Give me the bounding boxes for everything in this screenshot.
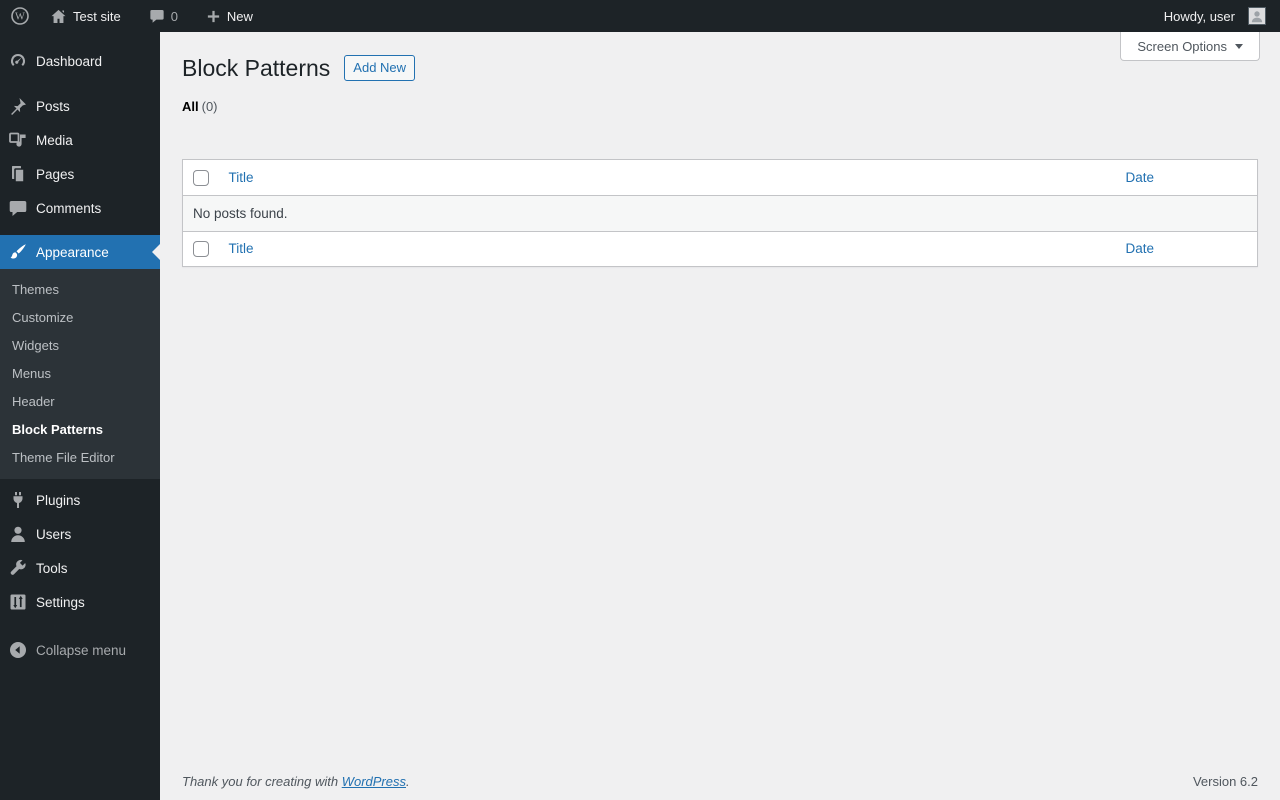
plus-icon xyxy=(206,9,221,24)
pages-icon xyxy=(8,164,28,184)
view-all-count: (0) xyxy=(201,99,218,114)
admin-bar-right: Howdy, user xyxy=(1154,0,1280,32)
sidebar-item-label: Users xyxy=(36,526,72,542)
sidebar-item-plugins[interactable]: Plugins xyxy=(0,483,160,517)
footer-thanks: Thank you for creating with WordPress. xyxy=(182,774,410,789)
submenu-item-customize[interactable]: Customize xyxy=(0,304,160,332)
chevron-down-icon xyxy=(1235,43,1243,49)
sidebar-item-label: Appearance xyxy=(36,244,109,260)
sidebar-item-posts[interactable]: Posts xyxy=(0,89,160,123)
sidebar-item-users[interactable]: Users xyxy=(0,517,160,551)
column-header-title: Title xyxy=(218,159,1116,196)
sidebar-item-comments[interactable]: Comments xyxy=(0,191,160,225)
new-content-menu[interactable]: New xyxy=(196,0,263,32)
sidebar-item-tools[interactable]: Tools xyxy=(0,551,160,585)
sidebar-item-label: Posts xyxy=(36,98,70,114)
footer-period: . xyxy=(406,774,410,789)
empty-message: No posts found. xyxy=(182,195,1258,232)
admin-footer: Thank you for creating with WordPress. V… xyxy=(182,774,1258,789)
sidebar-item-appearance[interactable]: Appearance xyxy=(0,235,160,269)
wordpress-logo-icon: W xyxy=(10,6,30,26)
appearance-submenu: Themes Customize Widgets Menus Header Bl… xyxy=(0,269,160,479)
main-content: Screen Options Block Patterns Add New Al… xyxy=(160,32,1280,800)
media-icon xyxy=(8,130,28,150)
admin-sidebar: Dashboard Posts Media Pages Comments App… xyxy=(0,32,160,800)
submenu-item-menus[interactable]: Menus xyxy=(0,360,160,388)
submenu-item-theme-file-editor[interactable]: Theme File Editor xyxy=(0,444,160,472)
sidebar-item-label: Plugins xyxy=(36,492,81,508)
page-title: Block Patterns xyxy=(182,55,331,81)
view-all-link[interactable]: All xyxy=(182,99,199,114)
sidebar-item-label: Tools xyxy=(36,560,68,576)
comments-icon xyxy=(8,198,28,218)
select-all-checkbox-top[interactable] xyxy=(193,169,209,186)
sidebar-item-label: Dashboard xyxy=(36,53,103,69)
sort-by-date-link-bottom[interactable]: Date xyxy=(1126,241,1155,256)
wordpress-logo-menu[interactable]: W xyxy=(0,0,40,32)
footer-thanks-text: Thank you for creating with xyxy=(182,774,342,789)
sidebar-item-label: Comments xyxy=(36,200,102,216)
site-name-link[interactable]: Test site xyxy=(40,0,131,32)
user-icon xyxy=(8,524,28,544)
admin-bar: W Test site 0 New Howdy, user xyxy=(0,0,1280,32)
column-footer-date: Date xyxy=(1115,230,1258,267)
table-body: No posts found. xyxy=(182,195,1258,232)
sidebar-item-pages[interactable]: Pages xyxy=(0,157,160,191)
sort-by-title-link-bottom[interactable]: Title xyxy=(229,241,254,256)
submenu-item-block-patterns[interactable]: Block Patterns xyxy=(0,416,160,444)
footer-version: Version 6.2 xyxy=(1192,774,1258,789)
sidebar-item-label: Settings xyxy=(36,594,85,610)
column-footer-title: Title xyxy=(218,230,1116,267)
sidebar-item-settings[interactable]: Settings xyxy=(0,585,160,619)
collapse-arrow-icon xyxy=(8,640,28,660)
site-name-label: Test site xyxy=(73,8,121,24)
home-icon xyxy=(50,8,67,25)
page-header: Block Patterns Add New xyxy=(182,53,1258,83)
submenu-item-themes[interactable]: Themes xyxy=(0,276,160,304)
table-row: No posts found. xyxy=(182,195,1258,232)
sort-by-date-link-top[interactable]: Date xyxy=(1126,170,1155,185)
paintbrush-icon xyxy=(8,242,28,262)
svg-text:W: W xyxy=(15,12,25,23)
menu-separator xyxy=(0,78,160,89)
column-header-date: Date xyxy=(1115,159,1258,196)
screen-options-label: Screen Options xyxy=(1137,38,1227,54)
list-views: All (0) xyxy=(182,99,1258,114)
dashboard-icon xyxy=(8,51,28,71)
comments-adminbar-link[interactable]: 0 xyxy=(139,0,188,32)
sidebar-item-label: Pages xyxy=(36,166,75,182)
collapse-menu-label: Collapse menu xyxy=(36,642,127,658)
plugin-icon xyxy=(8,490,28,510)
pushpin-icon xyxy=(8,96,28,116)
sort-by-title-link-top[interactable]: Title xyxy=(229,170,254,185)
comment-bubble-icon xyxy=(149,8,165,24)
submenu-item-widgets[interactable]: Widgets xyxy=(0,332,160,360)
table-footer: Title Date xyxy=(182,230,1258,267)
sidebar-item-dashboard[interactable]: Dashboard xyxy=(0,44,160,78)
posts-list-table: Title Date No posts found. Title Date xyxy=(182,159,1258,268)
my-account-menu[interactable]: Howdy, user xyxy=(1154,0,1280,32)
screen-options-button[interactable]: Screen Options xyxy=(1120,32,1260,61)
wordpress-link[interactable]: WordPress xyxy=(342,774,406,789)
menu-separator xyxy=(0,225,160,235)
add-new-button[interactable]: Add New xyxy=(344,54,416,82)
sidebar-item-media[interactable]: Media xyxy=(0,123,160,157)
admin-bar-left: W Test site 0 New xyxy=(0,0,263,32)
howdy-label: Howdy, user xyxy=(1163,8,1235,24)
new-label: New xyxy=(226,8,253,24)
collapse-menu-button[interactable]: Collapse menu xyxy=(0,633,160,667)
select-all-checkbox-bottom[interactable] xyxy=(193,241,209,258)
comments-count: 0 xyxy=(170,8,178,24)
settings-sliders-icon xyxy=(8,592,28,612)
table-header: Title Date xyxy=(182,159,1258,196)
user-avatar xyxy=(1248,7,1266,25)
wrench-icon xyxy=(8,558,28,578)
sidebar-item-label: Media xyxy=(36,132,73,148)
submenu-item-header[interactable]: Header xyxy=(0,388,160,416)
